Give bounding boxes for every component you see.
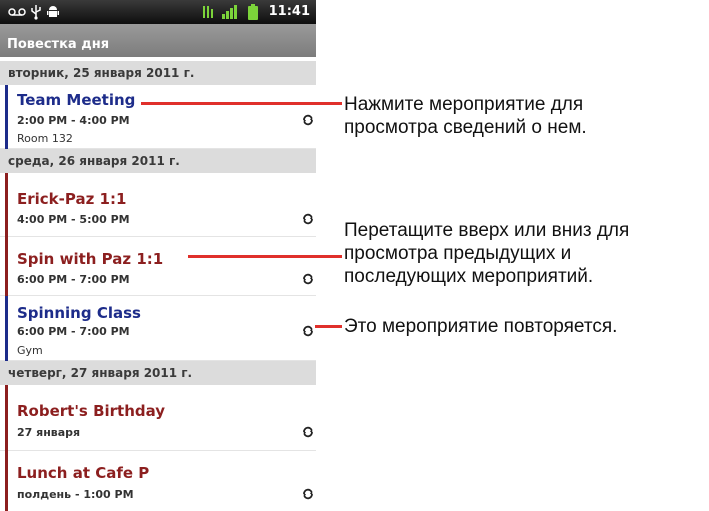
callout-line-repeat: [315, 325, 342, 328]
repeat-icon: [303, 273, 313, 285]
callout-line-text: Перетащите вверх или вниз для: [344, 220, 630, 241]
calendar-color-bar: [5, 85, 8, 149]
repeat-icon: [303, 325, 313, 337]
callout-line-text: просмотра сведений о нем.: [344, 117, 587, 138]
event-location: Gym: [17, 344, 43, 357]
event-time: 6:00 PM - 7:00 PM: [17, 325, 130, 338]
event-item-spinning-class[interactable]: Spinning Class 6:00 PM - 7:00 PM Gym: [0, 296, 316, 361]
event-time: 27 января: [17, 426, 81, 439]
calendar-color-bar: [5, 173, 8, 237]
voicemail-icon: [8, 4, 26, 20]
day-header: среда, 26 января 2011 г.: [0, 149, 316, 173]
callout-tap-event: Нажмите мероприятие для просмотра сведен…: [344, 93, 587, 139]
calendar-color-bar: [5, 385, 8, 451]
android-debug-icon: [47, 4, 59, 20]
event-title: Spin with Paz 1:1: [17, 250, 164, 268]
app-title: Повестка дня: [7, 37, 110, 52]
event-time: полдень - 1:00 PM: [17, 488, 134, 501]
calendar-color-bar: [5, 296, 8, 361]
callout-line-tap-event: [141, 102, 342, 105]
event-title: Robert's Birthday: [17, 402, 166, 420]
event-time: 6:00 PM - 7:00 PM: [17, 273, 130, 286]
app-title-bar: Повестка дня: [0, 24, 316, 57]
callout-repeat: Это мероприятие повторяется.: [344, 315, 617, 338]
repeat-icon: [303, 213, 313, 225]
3g-data-icon: [202, 4, 214, 20]
status-bar: 11:41: [0, 0, 316, 24]
callout-line-drag: [188, 255, 342, 258]
callout-line-text: просмотра предыдущих и: [344, 243, 572, 264]
signal-icon: [221, 4, 237, 20]
usb-icon: [30, 4, 42, 20]
event-title: Team Meeting: [17, 91, 136, 109]
event-location: Room 132: [17, 132, 73, 145]
repeat-icon: [303, 426, 313, 438]
event-title: Lunch at Cafe P: [17, 464, 150, 482]
event-title: Erick-Paz 1:1: [17, 190, 127, 208]
callout-line-text: последующих мероприятий.: [344, 266, 594, 287]
status-time: 11:41: [268, 4, 310, 19]
calendar-color-bar: [5, 451, 8, 511]
calendar-color-bar: [5, 237, 8, 296]
repeat-icon: [303, 488, 313, 500]
callout-drag: Перетащите вверх или вниз для просмотра …: [344, 219, 629, 288]
battery-icon: [247, 4, 259, 20]
repeat-icon: [303, 114, 313, 126]
event-item-lunch-at-cafe[interactable]: Lunch at Cafe P полдень - 1:00 PM: [0, 451, 316, 511]
event-time: 2:00 PM - 4:00 PM: [17, 114, 130, 127]
event-title: Spinning Class: [17, 304, 141, 322]
day-header: четверг, 27 января 2011 г.: [0, 361, 316, 385]
day-header: вторник, 25 января 2011 г.: [0, 61, 316, 85]
event-item-roberts-birthday[interactable]: Robert's Birthday 27 января: [0, 385, 316, 451]
callout-line-text: Это мероприятие повторяется.: [344, 316, 618, 337]
event-item-team-meeting[interactable]: Team Meeting 2:00 PM - 4:00 PM Room 132: [0, 85, 316, 149]
event-item-erick-paz[interactable]: Erick-Paz 1:1 4:00 PM - 5:00 PM: [0, 173, 316, 237]
event-time: 4:00 PM - 5:00 PM: [17, 213, 130, 226]
event-item-spin-with-paz[interactable]: Spin with Paz 1:1 6:00 PM - 7:00 PM: [0, 237, 316, 296]
callout-line-text: Нажмите мероприятие для: [344, 94, 584, 115]
